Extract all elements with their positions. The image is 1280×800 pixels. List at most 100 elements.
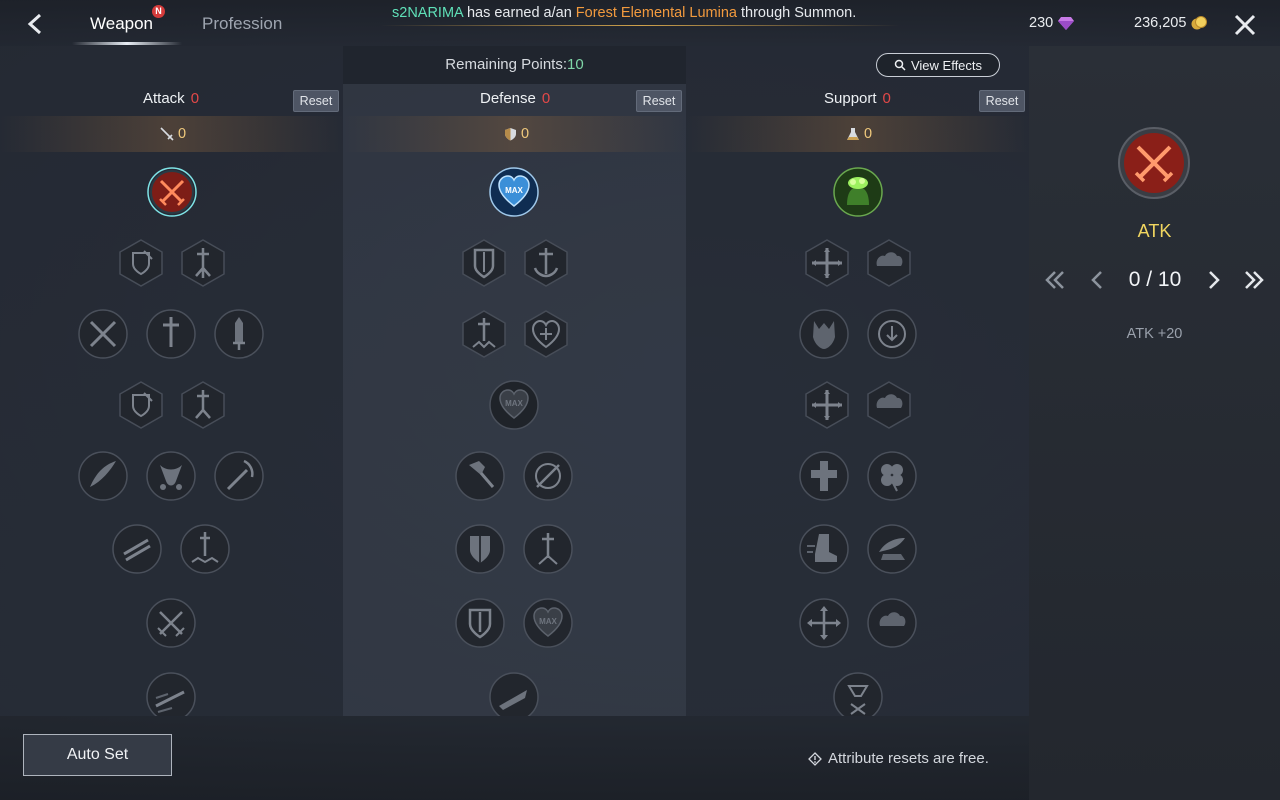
support-node-clover[interactable]	[867, 451, 917, 501]
detail-name: ATK	[1137, 221, 1172, 241]
close-button[interactable]	[1232, 12, 1258, 38]
support-node-swift-boots[interactable]	[799, 524, 849, 574]
reset-hint-text: Attribute resets are free.	[828, 750, 989, 767]
holy-cross-icon	[799, 451, 849, 501]
support-node-rune[interactable]	[833, 672, 883, 716]
blade-icon	[214, 309, 264, 359]
cloud-icon	[867, 381, 911, 429]
attack-node-crescent-blade[interactable]	[214, 451, 264, 501]
defense-node-max-heart-2[interactable]: MAX	[489, 380, 539, 430]
support-count: 0	[882, 90, 891, 107]
last-level-button[interactable]	[1242, 266, 1266, 294]
attack-node-cross-swords[interactable]	[146, 598, 196, 648]
attack-node-dagger[interactable]	[146, 309, 196, 359]
cross-burst-icon	[805, 381, 849, 429]
view-effects-button[interactable]: View Effects	[876, 53, 1000, 77]
remaining-points: Remaining Points:10	[343, 46, 686, 84]
max-label: MAX	[539, 617, 557, 626]
defense-node-parry[interactable]	[523, 451, 573, 501]
gold-amount: 236,205	[1134, 15, 1187, 31]
ground-strike-icon	[180, 524, 230, 574]
gem-counter: 230	[1029, 15, 1075, 31]
blood-drop-icon	[146, 451, 196, 501]
shield-sword-icon	[119, 381, 163, 429]
crossed-blades-icon	[78, 309, 128, 359]
defense-stat: 0	[504, 126, 529, 142]
support-reset-button[interactable]: Reset	[979, 90, 1025, 112]
first-level-button[interactable]	[1043, 266, 1067, 294]
support-node-recovery[interactable]	[867, 309, 917, 359]
auto-set-button[interactable]: Auto Set	[23, 734, 172, 776]
max-label: MAX	[505, 399, 523, 408]
support-node-cloud-2[interactable]	[864, 380, 914, 430]
support-node-cross-burst[interactable]	[802, 238, 852, 288]
defense-title: Defense	[480, 90, 536, 107]
support-node-cross-arrows[interactable]	[799, 598, 849, 648]
shield-sword-icon	[455, 598, 505, 648]
defense-node-kite-shield[interactable]	[455, 524, 505, 574]
notice-player: s2NARIMA	[392, 5, 463, 21]
max-heart-icon: MAX	[489, 380, 539, 430]
attack-node-ground-strike[interactable]	[180, 524, 230, 574]
defense-node-sword-guard[interactable]	[523, 524, 573, 574]
attack-stat-value: 0	[178, 126, 187, 142]
defense-node-shield-sword[interactable]	[455, 598, 505, 648]
attack-title: Attack	[143, 90, 185, 107]
sword-ground-icon	[462, 310, 506, 358]
gold-coin-icon	[1191, 16, 1208, 30]
support-node-cross-burst-2[interactable]	[802, 380, 852, 430]
tab-profession[interactable]: Profession	[202, 14, 282, 34]
attack-node-slash[interactable]	[78, 451, 128, 501]
flask-icon	[847, 128, 859, 140]
max-heart-icon: MAX	[523, 598, 573, 648]
notice-text-mid: has earned a/an	[466, 5, 572, 21]
recovery-icon	[867, 309, 917, 359]
beast-head-icon	[799, 309, 849, 359]
support-node-cloud-3[interactable]	[867, 598, 917, 648]
defense-node-heart-cross[interactable]	[521, 309, 571, 359]
hammer-icon	[455, 451, 505, 501]
attack-node-atk-selected[interactable]	[147, 167, 197, 217]
defense-node-hammer[interactable]	[455, 451, 505, 501]
summon-notice: s2NARIMA has earned a/an Forest Elementa…	[392, 5, 856, 21]
clover-icon	[867, 451, 917, 501]
crossed-swords-icon	[146, 598, 196, 648]
attack-count: 0	[190, 90, 200, 107]
heart-cross-icon	[524, 310, 568, 358]
tab-weapon[interactable]: Weapon	[90, 14, 153, 34]
attack-reset-button[interactable]: Reset	[293, 90, 339, 112]
attack-node-blade[interactable]	[214, 309, 264, 359]
kite-shield-icon	[455, 524, 505, 574]
attack-node-crossed-blades[interactable]	[78, 309, 128, 359]
back-arrow-icon	[27, 13, 42, 35]
detail-level: 0 / 10	[1128, 268, 1182, 291]
attack-node-shield-sword[interactable]	[116, 238, 166, 288]
support-node-beast[interactable]	[799, 309, 849, 359]
attack-node-swift-blade[interactable]	[146, 672, 196, 716]
detail-atk-icon	[1118, 127, 1190, 199]
attack-node-sword-strike[interactable]	[178, 238, 228, 288]
defense-node-max-heart[interactable]: MAX	[489, 167, 539, 217]
support-header: Support 0	[824, 90, 891, 107]
attack-node-shield-sword-2[interactable]	[116, 380, 166, 430]
support-node-wing-boot[interactable]	[867, 524, 917, 574]
back-button[interactable]	[22, 10, 50, 38]
support-node-cloud[interactable]	[864, 238, 914, 288]
defense-node-tower-shield[interactable]	[459, 238, 509, 288]
attack-node-bleed[interactable]	[146, 451, 196, 501]
defense-node-max-heart-3[interactable]: MAX	[523, 598, 573, 648]
defense-reset-button[interactable]: Reset	[636, 90, 682, 112]
dagger-icon	[146, 309, 196, 359]
defense-node-anchor[interactable]	[521, 238, 571, 288]
support-node-holy-cross[interactable]	[799, 451, 849, 501]
attack-node-double-blade[interactable]	[112, 524, 162, 574]
next-level-button[interactable]	[1201, 266, 1225, 294]
attack-node-sword-strike-2[interactable]	[178, 380, 228, 430]
prev-level-button[interactable]	[1086, 266, 1110, 294]
defense-node-armor-blade[interactable]	[489, 672, 539, 716]
cloud-icon	[867, 239, 911, 287]
defense-node-sword-ground[interactable]	[459, 309, 509, 359]
shield-sword-icon	[119, 239, 163, 287]
support-node-green-aura[interactable]	[833, 167, 883, 217]
slash-icon	[78, 451, 128, 501]
